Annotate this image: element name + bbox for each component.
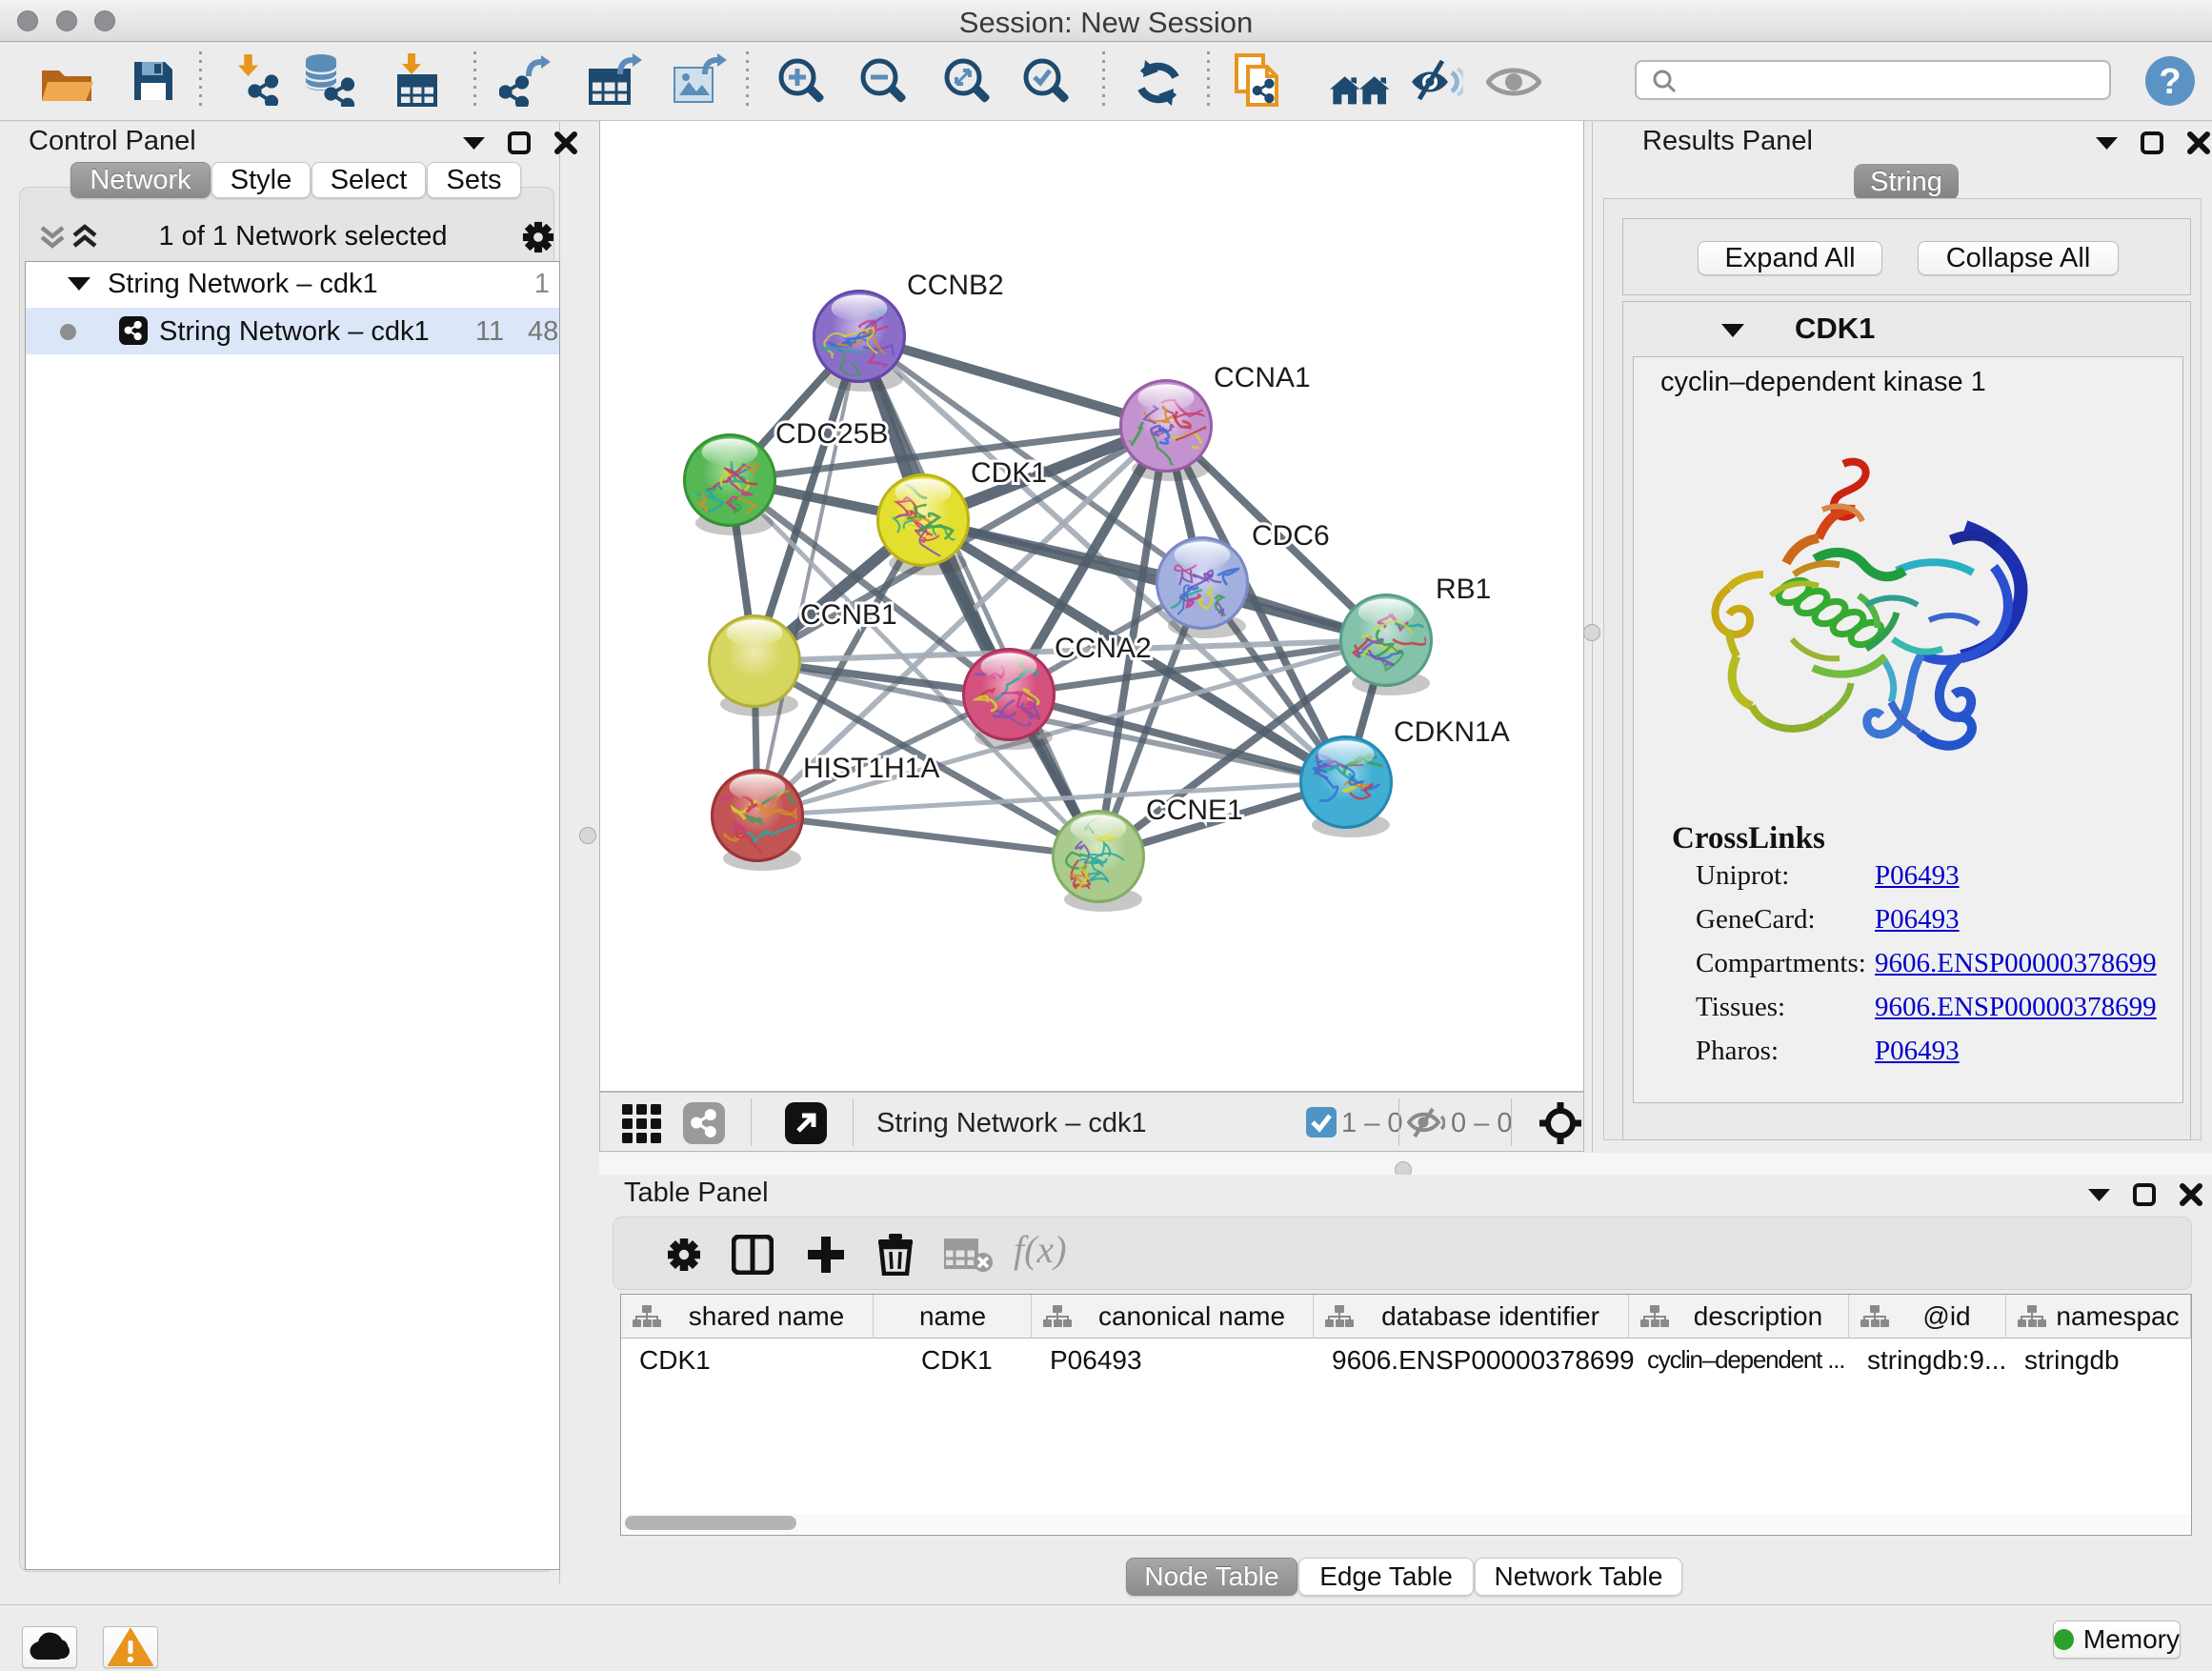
- svg-text:CDC6: CDC6: [1252, 520, 1330, 552]
- svg-text:?: ?: [2159, 62, 2181, 102]
- svg-text:CCNA2: CCNA2: [1055, 633, 1152, 664]
- svg-text:CCNB2: CCNB2: [907, 270, 1004, 301]
- svg-text:RB1: RB1: [1436, 574, 1491, 605]
- svg-text:CCNE1: CCNE1: [1146, 795, 1243, 826]
- svg-text:CCNA1: CCNA1: [1214, 362, 1311, 393]
- svg-text:CCNB1: CCNB1: [800, 599, 897, 631]
- svg-text:CDC25B: CDC25B: [775, 418, 888, 450]
- svg-text:CDK1: CDK1: [971, 457, 1047, 489]
- svg-text:CDKN1A: CDKN1A: [1394, 716, 1510, 748]
- svg-text:HIST1H1A: HIST1H1A: [803, 753, 939, 784]
